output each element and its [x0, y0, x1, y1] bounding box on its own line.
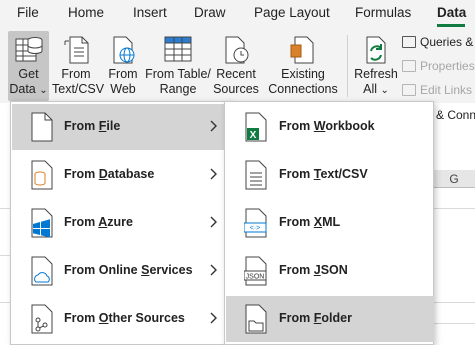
- queries-connections-group-label: & Conn: [436, 108, 475, 122]
- chevron-right-icon: [208, 310, 220, 326]
- svg-text:X: X: [250, 130, 257, 141]
- from-text-csv-line2: Text/CSV: [52, 82, 105, 96]
- properties-label: Properties: [420, 59, 475, 73]
- properties-button[interactable]: Properties: [402, 59, 475, 73]
- gridline: [432, 208, 475, 209]
- tab-insert[interactable]: Insert: [133, 5, 167, 20]
- menu-item-from-folder[interactable]: From Folder: [226, 296, 434, 342]
- chevron-right-icon: [208, 262, 220, 278]
- menu-item-from-file[interactable]: From File: [12, 104, 230, 150]
- get-data-button[interactable]: Get Data ⌄: [8, 31, 49, 101]
- from-table-range-line2: Range: [159, 82, 197, 96]
- get-data-icon: [14, 31, 44, 65]
- menu-item-label: From Database: [64, 167, 155, 181]
- menu-item-label: From Other Sources: [64, 311, 185, 325]
- other-sources-icon: [30, 304, 54, 334]
- from-table-range-button[interactable]: From Table/ Range: [145, 31, 211, 101]
- get-data-label-line1: Get: [18, 67, 39, 81]
- from-text-csv-button[interactable]: From Text/CSV: [52, 31, 104, 101]
- chevron-down-icon: ⌄: [39, 85, 48, 96]
- recent-sources-button[interactable]: Recent Sources: [213, 31, 259, 101]
- queries-icon: [402, 36, 416, 48]
- queries-connections-button[interactable]: Queries &: [402, 35, 473, 49]
- refresh-icon: [361, 31, 391, 65]
- azure-icon: [30, 208, 54, 238]
- tab-home[interactable]: Home: [68, 5, 104, 20]
- column-header-g[interactable]: G: [432, 170, 475, 188]
- refresh-all-line1: Refresh: [354, 67, 398, 81]
- from-text-csv-line1: From: [61, 67, 91, 81]
- edit-links-button[interactable]: Edit Links: [402, 83, 472, 97]
- edit-links-icon: [402, 84, 416, 96]
- text-file-icon: [61, 31, 91, 65]
- menu-item-from-azure[interactable]: From Azure: [12, 200, 230, 246]
- web-icon: [108, 31, 138, 65]
- ribbon-separator: [347, 35, 348, 97]
- excel-workbook-icon: X: [244, 112, 268, 142]
- menu-item-from-text-csv[interactable]: From Text/CSV: [226, 152, 434, 198]
- get-data-label-line2: Data: [9, 82, 36, 96]
- json-icon: JSON: [243, 256, 268, 286]
- xml-icon: <·>: [243, 208, 268, 238]
- menu-item-label: From File: [64, 119, 121, 133]
- file-icon: [30, 112, 54, 142]
- ribbon-tab-bar: File Home Insert Draw Page Layout Formul…: [0, 0, 475, 27]
- menu-item-from-xml[interactable]: <·> From XML: [226, 200, 434, 246]
- from-web-line1: From: [108, 67, 138, 81]
- get-data-menu: From File From Database From Azure From …: [10, 101, 230, 345]
- menu-item-label: From Text/CSV: [279, 167, 368, 181]
- edit-links-label: Edit Links: [420, 83, 473, 97]
- database-icon: [30, 160, 54, 190]
- menu-item-from-workbook[interactable]: X From Workbook: [226, 104, 434, 150]
- from-web-line2: Web: [110, 82, 136, 96]
- from-file-submenu: X From Workbook From Text/CSV <·> From X…: [224, 101, 434, 345]
- recent-sources-line2: Sources: [213, 82, 259, 96]
- menu-item-label: From JSON: [279, 263, 348, 277]
- chevron-down-icon: ⌄: [380, 85, 389, 96]
- menu-item-label: From Folder: [279, 311, 352, 325]
- existing-connections-icon: [288, 31, 318, 65]
- chevron-right-icon: [208, 214, 220, 230]
- menu-item-label: From XML: [279, 215, 341, 229]
- queries-connections-label: Queries &: [420, 35, 474, 49]
- recent-sources-icon: [221, 31, 251, 65]
- chevron-right-icon: [208, 118, 220, 134]
- tab-data[interactable]: Data: [437, 5, 466, 20]
- gridline: [432, 302, 475, 303]
- menu-item-label: From Azure: [64, 215, 133, 229]
- folder-icon: [244, 304, 268, 334]
- existing-connections-line2: Connections: [268, 82, 338, 96]
- existing-connections-button[interactable]: Existing Connections: [266, 31, 340, 101]
- tab-page-layout[interactable]: Page Layout: [254, 5, 330, 20]
- tab-formulas[interactable]: Formulas: [355, 5, 411, 20]
- svg-text:<·>: <·>: [250, 225, 261, 232]
- menu-item-from-database[interactable]: From Database: [12, 152, 230, 198]
- menu-item-label: From Workbook: [279, 119, 375, 133]
- data-ribbon: Get Data ⌄ From Text/CSV From Web From T…: [0, 27, 475, 103]
- gridline: [432, 323, 475, 324]
- properties-icon: [402, 60, 416, 72]
- menu-item-label: From Online Services: [64, 263, 193, 277]
- table-icon: [163, 31, 193, 65]
- recent-sources-line1: Recent: [216, 67, 256, 81]
- svg-text:JSON: JSON: [246, 274, 265, 281]
- text-csv-icon: [244, 160, 268, 190]
- menu-item-from-other-sources[interactable]: From Other Sources: [12, 296, 230, 342]
- existing-connections-line1: Existing: [281, 67, 325, 81]
- chevron-right-icon: [208, 166, 220, 182]
- tab-file[interactable]: File: [17, 5, 39, 20]
- menu-item-from-online-services[interactable]: From Online Services: [12, 248, 230, 294]
- from-table-range-line1: From Table/: [145, 67, 211, 81]
- menu-item-from-json[interactable]: JSON From JSON: [226, 248, 434, 294]
- tab-draw[interactable]: Draw: [194, 5, 226, 20]
- refresh-all-line2: All: [363, 82, 378, 96]
- online-services-icon: [30, 256, 54, 286]
- refresh-all-button[interactable]: Refresh All ⌄: [354, 31, 398, 101]
- from-web-button[interactable]: From Web: [104, 31, 142, 101]
